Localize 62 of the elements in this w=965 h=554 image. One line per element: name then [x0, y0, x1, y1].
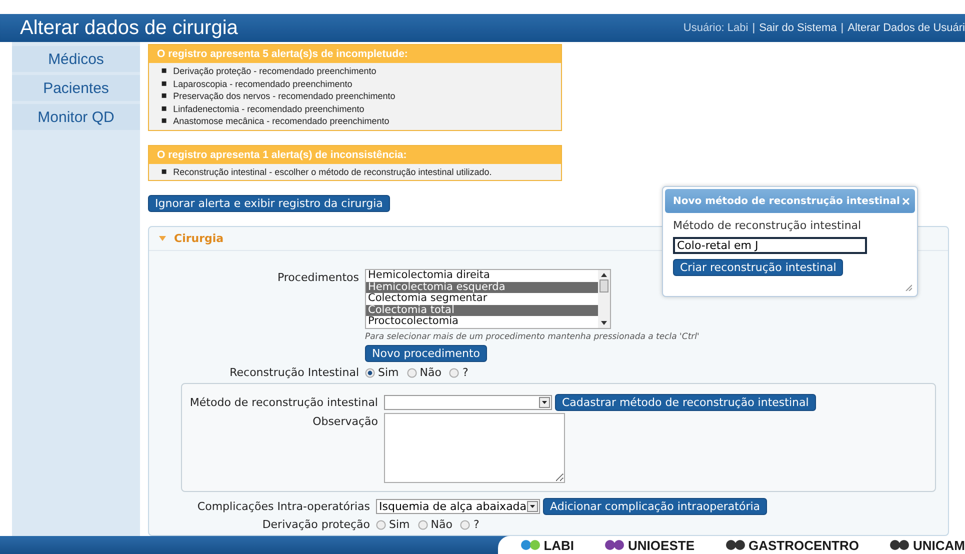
- radio-icon[interactable]: [376, 520, 386, 530]
- register-method-button[interactable]: Cadastrar método de reconstrução intestinal: [555, 394, 816, 411]
- radio-label[interactable]: Não: [430, 518, 452, 531]
- method-input[interactable]: Colo-retal em J: [673, 237, 867, 254]
- field-label: Procedimentos: [277, 270, 359, 284]
- list-marker: ▪: [161, 78, 168, 90]
- radio-label[interactable]: ?: [462, 366, 468, 379]
- alert-item: Linfadenectomia - recomendado preenchimento: [173, 102, 364, 115]
- hint-text: Para selecionar mais de um procedimento mantenha pressionada a tecla 'Ctrl': [365, 332, 700, 342]
- header-link[interactable]: Sair do Sistema: [759, 22, 837, 34]
- radio-label[interactable]: ?: [473, 518, 480, 531]
- create-reconstruction-button[interactable]: Criar reconstrução intestinal: [673, 259, 844, 276]
- partner-logo: UNICAM: [889, 538, 965, 552]
- separator-text: |: [840, 22, 844, 34]
- sidebar-item[interactable]: Pacientes: [12, 75, 140, 101]
- radio-label[interactable]: Não: [420, 366, 442, 379]
- page-title: Alterar dados de cirurgia: [20, 16, 238, 40]
- list-option[interactable]: Hemicolectomia esquerda: [366, 282, 598, 294]
- radio-icon[interactable]: [449, 368, 460, 378]
- add-complication-button[interactable]: Adicionar complicação intraoperatória: [543, 498, 768, 515]
- alert-title: O registro apresenta 1 alerta(s) de inconsistência:: [149, 146, 561, 164]
- field-label: Método de reconstrução intestinal: [190, 395, 378, 411]
- list-marker: ▪: [161, 115, 168, 128]
- list-marker: ▪: [161, 65, 168, 78]
- resize-grip-icon[interactable]: [905, 284, 912, 291]
- caret-icon[interactable]: [159, 236, 166, 241]
- radio-icon[interactable]: [406, 368, 417, 378]
- radio-label[interactable]: Sim: [389, 518, 410, 531]
- radio-label[interactable]: Sim: [378, 366, 399, 379]
- partner-logo: LABI: [520, 538, 574, 552]
- list-option[interactable]: Colectomia total: [366, 304, 598, 316]
- header-link[interactable]: Alterar Dados de Usuári: [848, 22, 965, 34]
- ignore-alert-button[interactable]: Ignorar alerta e exibir registro da cirurgia: [148, 195, 390, 212]
- complications-select[interactable]: Isquemia de alça abaixada: [376, 499, 540, 514]
- alert-item: Derivação proteção - recomendado preenchimento: [173, 65, 376, 78]
- new-procedure-button[interactable]: Novo procedimento: [365, 345, 488, 362]
- radio-icon[interactable]: [365, 368, 375, 378]
- user-label: Usuário: Labi: [683, 22, 748, 34]
- alert-item: Reconstrução intestinal - escolher o método de reconstrução intestinal utilizado.: [173, 166, 492, 178]
- partner-logo: GASTROCENTRO: [724, 538, 859, 552]
- alert-item: Preservação dos nervos - recomendado preenchimento: [173, 90, 396, 102]
- field-label: Observação: [312, 414, 378, 430]
- field-label: Método de reconstrução intestinal: [673, 219, 862, 232]
- separator-text: |: [752, 22, 756, 34]
- alert-item: Laparoscopia - recomendado preenchimento: [173, 78, 352, 90]
- sidebar-item[interactable]: Monitor QD: [12, 104, 140, 130]
- alert-item: Anastomose mecânica - recomendado preenchimento: [173, 115, 390, 128]
- sidebar-item[interactable]: Médicos: [12, 46, 140, 72]
- list-marker: ▪: [161, 90, 168, 102]
- observation-field[interactable]: [384, 413, 565, 483]
- procedures-listbox[interactable]: Hemicolectomia direita Hemicolectomia esquerda Colectomia segmentar Colectomia total Proctocolectomia: [365, 269, 611, 329]
- radio-icon[interactable]: [460, 520, 470, 530]
- list-marker: ▪: [161, 102, 168, 115]
- radio-icon[interactable]: [418, 520, 428, 530]
- alert-title: O registro apresenta 5 alerta(s)s de incompletude:: [149, 45, 561, 63]
- scrollbar-drawing[interactable]: [598, 270, 610, 328]
- list-marker: ▪: [161, 166, 168, 178]
- dialog-title: Novo método de reconstrução intestinal: [673, 196, 900, 206]
- field-label: Reconstrução Intestinal: [230, 365, 359, 379]
- field-label: Complicações Intra-operatórias: [197, 499, 370, 515]
- partner-logo: UNIOESTE: [604, 538, 694, 552]
- field-label: Derivação proteção: [262, 517, 370, 531]
